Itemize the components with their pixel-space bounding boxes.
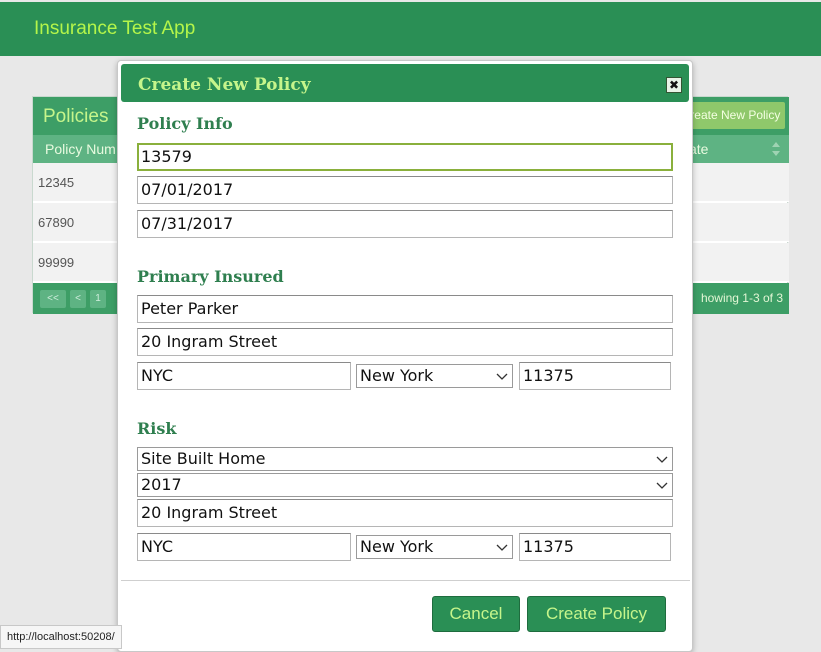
section-title-risk: Risk: [137, 419, 177, 438]
insured-city-input[interactable]: NYC: [137, 362, 351, 390]
construction-type-value: Site Built Home: [141, 449, 266, 468]
year-value: 2017: [141, 475, 182, 494]
risk-zip-input[interactable]: 11375: [519, 533, 671, 561]
modal-divider: [121, 580, 690, 581]
column-header-policy-number[interactable]: Policy Num: [45, 141, 116, 157]
chevron-down-icon: [496, 373, 508, 380]
cancel-button[interactable]: Cancel: [432, 596, 520, 632]
policy-number-cell: 12345: [38, 175, 75, 190]
modal-header: Create New Policy ✖: [121, 64, 689, 102]
create-policy-modal: Create New Policy ✖ Policy Info 13579 07…: [117, 60, 693, 652]
app-title: Insurance Test App: [34, 18, 196, 39]
insured-zip-input[interactable]: 11375: [519, 362, 671, 390]
year-select[interactable]: 2017: [137, 473, 673, 497]
effective-date-input[interactable]: 07/01/2017: [137, 176, 673, 204]
construction-type-select[interactable]: Site Built Home: [137, 447, 673, 471]
policy-number-input[interactable]: 13579: [137, 143, 673, 171]
risk-state-select[interactable]: New York: [356, 535, 513, 559]
modal-title: Create New Policy: [138, 75, 311, 95]
policy-number-cell: 67890: [38, 215, 75, 230]
showing-count: howing 1-3 of 3: [700, 291, 783, 305]
section-title-primary-insured: Primary Insured: [137, 267, 284, 286]
policies-title: Policies: [43, 106, 109, 127]
expiration-date-input[interactable]: 07/31/2017: [137, 210, 673, 238]
insured-street-input[interactable]: 20 Ingram Street: [137, 328, 673, 356]
insured-state-select[interactable]: New York: [356, 364, 513, 388]
page-1-button[interactable]: 1: [90, 290, 106, 308]
policy-number-cell: 99999: [38, 255, 75, 270]
first-page-button[interactable]: <<: [40, 290, 66, 308]
risk-street-input[interactable]: 20 Ingram Street: [137, 499, 673, 527]
insured-state-value: New York: [360, 366, 434, 385]
chevron-down-icon: [656, 482, 668, 489]
chevron-down-icon: [496, 544, 508, 551]
chevron-down-icon: [656, 456, 668, 463]
risk-state-value: New York: [360, 537, 434, 556]
app-header: Insurance Test App: [0, 2, 821, 56]
create-new-policy-button[interactable]: Create New Policy: [677, 102, 785, 129]
create-policy-button[interactable]: Create Policy: [527, 596, 666, 632]
status-bar-url: http://localhost:50208/: [0, 625, 122, 649]
insured-name-input[interactable]: Peter Parker: [137, 295, 673, 323]
section-title-policy-info: Policy Info: [137, 114, 233, 133]
close-icon[interactable]: ✖: [666, 77, 682, 93]
sort-icon[interactable]: [771, 140, 781, 158]
prev-page-button[interactable]: <: [70, 290, 86, 308]
risk-city-input[interactable]: NYC: [137, 533, 351, 561]
